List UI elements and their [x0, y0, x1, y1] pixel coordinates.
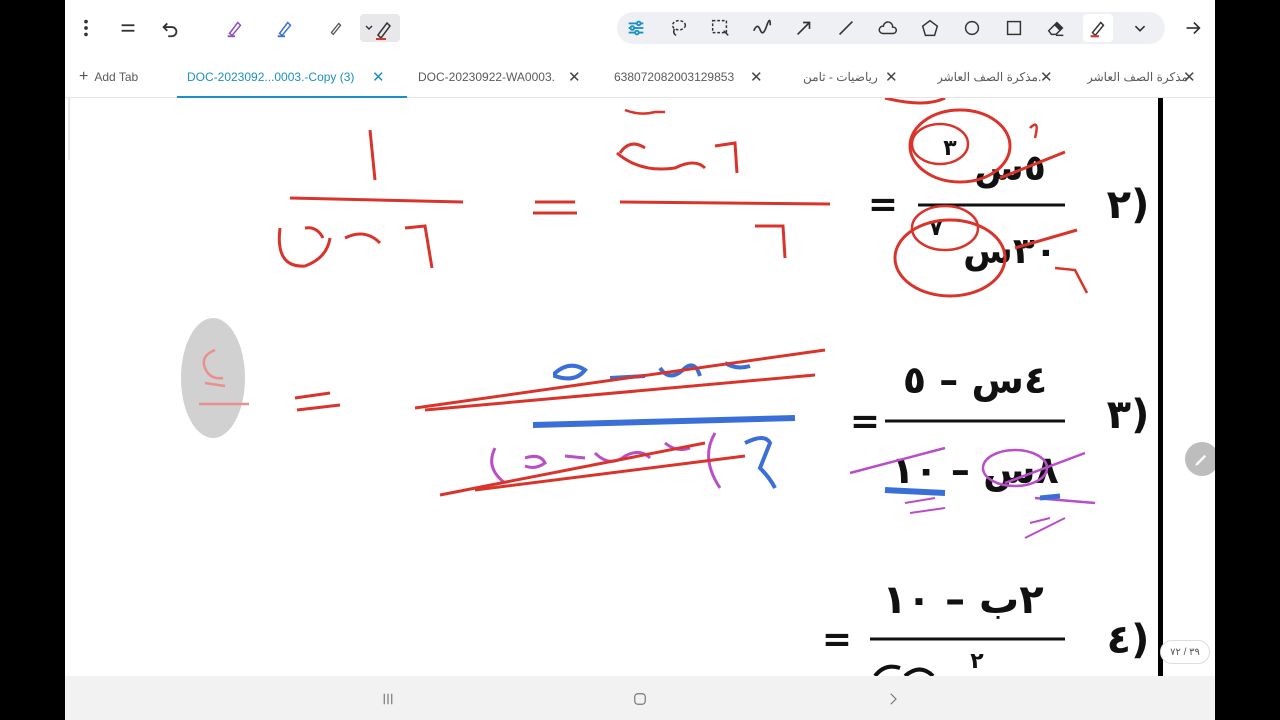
equals-sign: = [868, 184, 898, 225]
page-border [1158, 98, 1163, 676]
home-icon[interactable] [625, 688, 655, 710]
close-icon[interactable]: ✕ [372, 68, 385, 86]
close-icon[interactable]: ✕ [885, 68, 898, 86]
pencil-icon[interactable] [321, 14, 351, 42]
denominator: ٣٠س [963, 231, 1057, 272]
equals-icon[interactable] [113, 14, 143, 42]
pen-purple-icon[interactable] [220, 14, 250, 42]
eraser-icon[interactable] [1041, 14, 1071, 42]
tab-label: رياضيات - ثامن [803, 70, 878, 84]
add-tab-button[interactable]: + Add Tab [79, 56, 138, 98]
close-icon[interactable]: ✕ [750, 68, 763, 86]
circle-icon[interactable] [957, 14, 987, 42]
back-icon[interactable] [878, 688, 908, 710]
line-icon[interactable] [831, 14, 861, 42]
denominator-partial: ٢ [970, 649, 984, 674]
numerator: ٢ب – ١٠ [882, 577, 1043, 623]
scribble-icon[interactable] [747, 14, 777, 42]
tab-tenth-grade-notes[interactable]: مذكرة الصف العاشر ✕ [1087, 56, 1205, 98]
tab-label: مذكرة الصف العاشر [1087, 70, 1188, 84]
close-icon[interactable]: ✕ [1040, 68, 1053, 86]
chevron-down-icon[interactable] [1125, 14, 1155, 42]
square-icon[interactable] [999, 14, 1029, 42]
add-tab-label: Add Tab [94, 70, 139, 84]
problem-4: ٤) ٢ب – ١٠ ٢ = [822, 577, 1149, 676]
tab-math-eighth[interactable]: رياضيات - ثامن ✕ [803, 56, 903, 98]
tab-638072082003129853[interactable]: 638072082003129853 ✕ [614, 56, 769, 98]
close-icon[interactable]: ✕ [1183, 68, 1196, 86]
sliders-icon[interactable] [621, 14, 651, 42]
plus-icon: + [79, 68, 89, 85]
document-canvas[interactable]: ٢) ٣ ٥س ٧ ٣٠س = ٣) ٤س – ٥ ٨س – ١٠ = ٤) ٢… [65, 98, 1215, 676]
pen-red-selected[interactable] [360, 14, 400, 42]
cloud-icon[interactable] [873, 14, 903, 42]
arrow-icon[interactable] [789, 14, 819, 42]
problem-number: ٤) [1107, 617, 1150, 663]
tab-bar: + Add Tab DOC-2023092...0003.-Copy (3) ✕… [65, 56, 1215, 98]
highlighter-icon[interactable] [1083, 14, 1113, 42]
shape-toolbar [617, 12, 1165, 44]
tab-tenth-grade-notes-dot[interactable]: مذكرة الصف العاشر. ✕ [937, 56, 1057, 98]
problem-number: ٢) [1107, 182, 1150, 228]
edit-fab-button[interactable] [1185, 442, 1215, 476]
red-step-numerator [616, 142, 707, 171]
problem-3: ٣) ٤س – ٥ ٨س – ١٠ = [181, 318, 1150, 539]
select-rect-icon[interactable] [705, 14, 735, 42]
pen-blue-icon[interactable] [270, 14, 300, 42]
equals-sign: = [850, 401, 880, 442]
tab-label: مذكرة الصف العاشر. [937, 70, 1042, 84]
arrow-right-icon[interactable] [1178, 14, 1208, 42]
tab-doc-copy-3[interactable]: DOC-2023092...0003.-Copy (3) ✕ [187, 56, 387, 98]
recent-apps-icon[interactable] [373, 688, 403, 710]
pentagon-icon[interactable] [915, 14, 945, 42]
tab-doc-wa0003[interactable]: DOC-20230922-WA0003. ✕ [418, 56, 588, 98]
system-nav-bar [65, 676, 1215, 720]
tab-label: DOC-20230922-WA0003. [418, 70, 555, 84]
tab-label: 638072082003129853 [614, 70, 735, 84]
app-screen: + Add Tab DOC-2023092...0003.-Copy (3) ✕… [65, 0, 1215, 720]
undo-icon[interactable] [155, 14, 185, 42]
more-vertical-icon[interactable] [71, 14, 101, 42]
problem-number: ٣) [1107, 392, 1150, 438]
pencil-icon [1195, 454, 1207, 466]
document-page: ٢) ٣ ٥س ٧ ٣٠س = ٣) ٤س – ٥ ٨س – ١٠ = ٤) ٢… [68, 98, 1163, 676]
lasso-icon[interactable] [663, 14, 693, 42]
top-toolbar [65, 0, 1215, 56]
page-indicator: ٣٩ / ٧٢ [1160, 640, 1210, 664]
tab-label: DOC-2023092...0003.-Copy (3) [187, 70, 355, 84]
problem-2: ٢) ٣ ٥س ٧ ٣٠س = [277, 98, 1150, 298]
numerator: ٤س – ٥ [903, 358, 1047, 402]
numerator-exponent: ٣ [943, 136, 957, 161]
close-icon[interactable]: ✕ [568, 68, 581, 86]
equals-sign: = [822, 619, 852, 660]
